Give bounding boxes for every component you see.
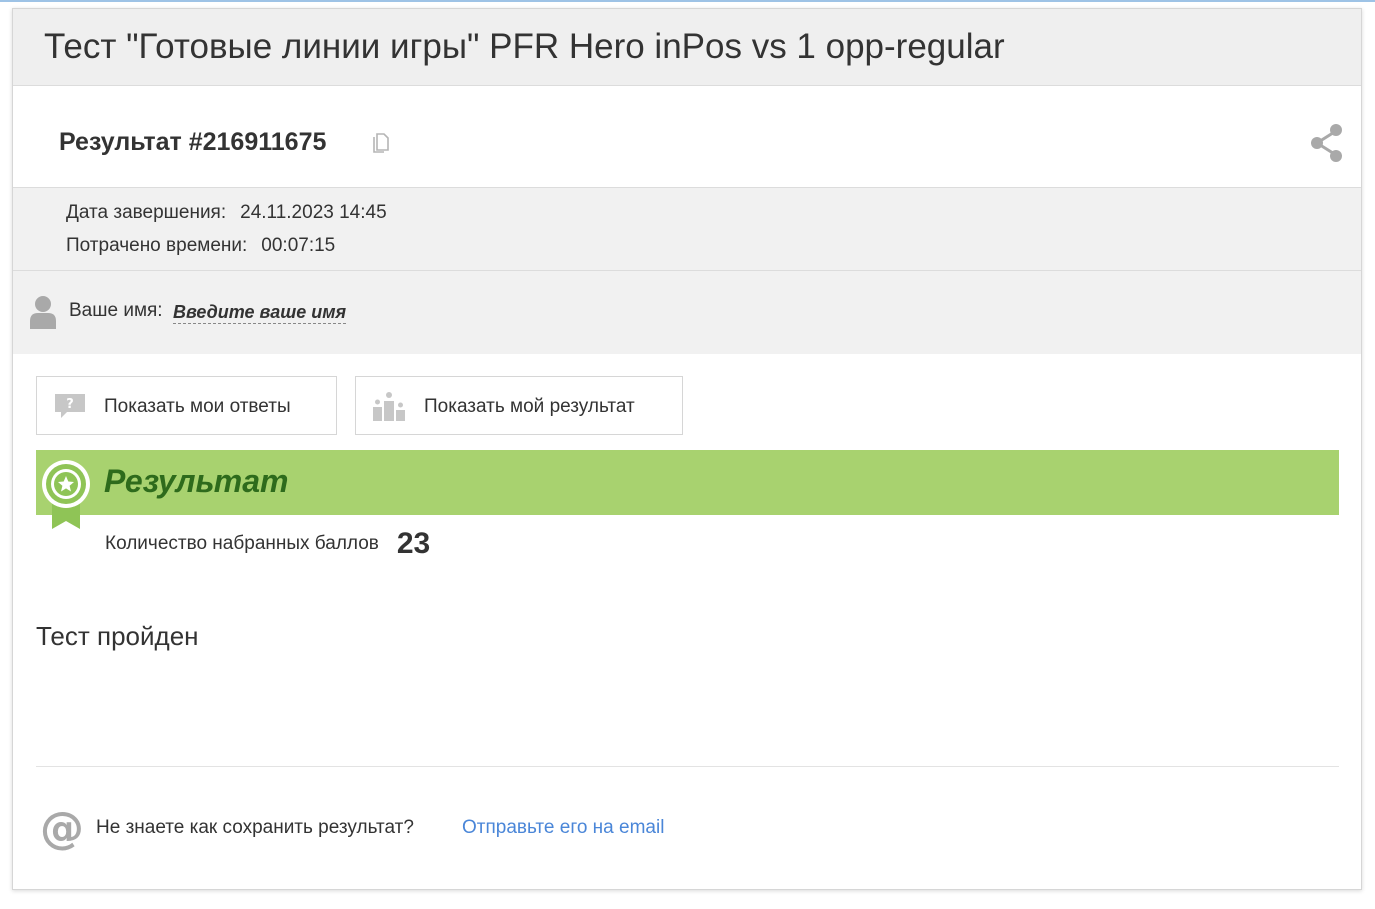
show-answers-button[interactable]: ? Показать мои ответы [36, 376, 337, 435]
svg-text:@: @ [41, 809, 83, 851]
show-result-label: Показать мой результат [424, 396, 635, 417]
result-card: Тест "Готовые линии игры" PFR Hero inPos… [12, 8, 1362, 890]
question-bubble-icon: ? [55, 394, 85, 418]
result-banner: Результат [36, 450, 1339, 515]
meta-info: Дата завершения: 24.11.2023 14:45 Потраче… [13, 188, 1361, 271]
show-answers-label: Показать мои ответы [104, 396, 291, 417]
user-icon [30, 296, 56, 329]
name-input[interactable]: Введите ваше имя [173, 302, 347, 324]
test-status: Тест пройден [36, 621, 199, 651]
share-icon[interactable] [1309, 122, 1345, 164]
completion-date-value: 24.11.2023 14:45 [240, 202, 387, 223]
completion-date-label: Дата завершения: [66, 202, 227, 223]
name-block: Ваше имя: Введите ваше имя [13, 271, 1361, 354]
result-header: Результат #216911675 [13, 86, 1361, 188]
svg-text:?: ? [66, 397, 74, 412]
name-label: Ваше имя: [69, 300, 163, 321]
completion-date-row: Дата завершения: 24.11.2023 14:45 [66, 202, 387, 224]
score-row: Количество набранных баллов 23 [105, 527, 430, 561]
time-spent-value: 00:07:15 [261, 235, 336, 256]
top-accent-line [0, 0, 1375, 2]
score-value: 23 [396, 527, 431, 560]
show-result-button[interactable]: Показать мой результат [355, 376, 683, 435]
result-banner-title: Результат [104, 463, 289, 499]
send-email-link[interactable]: Отправьте его на email [462, 817, 664, 839]
time-spent-label: Потрачено времени: [66, 235, 248, 256]
medal-icon [42, 460, 90, 529]
copy-icon[interactable] [371, 133, 391, 155]
save-question: Не знаете как сохранить результат? [96, 817, 414, 838]
page-title: Тест "Готовые линии игры" PFR Hero inPos… [44, 27, 1005, 66]
score-label: Количество набранных баллов [105, 533, 379, 554]
title-bar: Тест "Готовые линии игры" PFR Hero inPos… [13, 9, 1361, 86]
divider [36, 766, 1339, 767]
at-sign-icon: @ [41, 809, 83, 851]
time-spent-row: Потрачено времени: 00:07:15 [66, 235, 335, 257]
result-id-title: Результат #216911675 [59, 128, 327, 156]
podium-icon [373, 392, 405, 421]
